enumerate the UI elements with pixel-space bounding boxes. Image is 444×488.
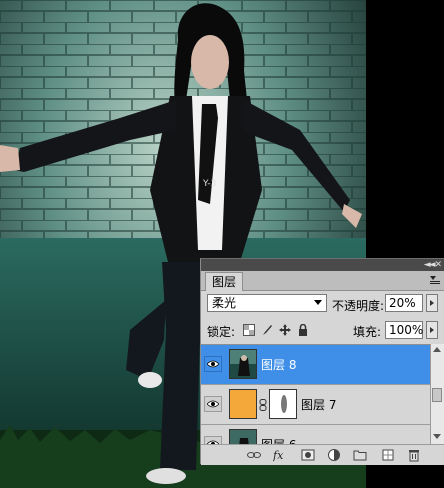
layer-thumbnail (229, 349, 257, 379)
layer-mask-thumbnail[interactable] (269, 389, 297, 419)
panel-title-bar[interactable]: ◄◄ ✕ (201, 259, 444, 271)
fx-icon[interactable]: fx (273, 448, 287, 462)
lock-position-icon[interactable] (279, 324, 291, 336)
layer-name: 图层 7 (301, 398, 337, 412)
layer-list-scrollbar[interactable] (430, 344, 444, 444)
layers-panel: ◄◄ ✕ 图层 柔光 不透明度: 20% 锁定: 填充: 100% 图层 8 图… (200, 258, 444, 465)
fill-slider-button[interactable] (426, 321, 438, 339)
blend-mode-select[interactable]: 柔光 (207, 294, 327, 312)
chevron-down-icon (314, 300, 322, 305)
eye-icon (207, 400, 219, 408)
adjustment-layer-icon[interactable] (327, 448, 341, 462)
blend-row: 柔光 不透明度: 20% (201, 292, 444, 316)
new-group-icon[interactable] (353, 448, 367, 462)
fill-label: 填充: (353, 325, 382, 339)
layer-thumbnail (229, 429, 257, 445)
layer-thumbnail (229, 389, 257, 419)
opacity-slider-button[interactable] (426, 294, 438, 312)
lock-label: 锁定: (207, 325, 236, 339)
layer-name: 图层 8 (261, 358, 297, 372)
link-layers-icon[interactable] (247, 448, 261, 462)
scroll-up-icon[interactable] (433, 347, 441, 352)
lock-transparency-icon[interactable] (243, 324, 255, 336)
lock-row: 锁定: 填充: 100% (201, 319, 444, 341)
opacity-label: 不透明度: (332, 299, 385, 313)
layer-list: 图层 8 图层 7 图层 6 (201, 344, 430, 445)
layer-row-7[interactable]: 图层 7 (201, 385, 430, 425)
svg-text:fx: fx (273, 449, 284, 462)
tab-layers[interactable]: 图层 (205, 272, 244, 291)
visibility-toggle[interactable] (204, 396, 222, 412)
opacity-input[interactable]: 20% (385, 294, 423, 312)
fill-input[interactable]: 100% (385, 321, 423, 339)
visibility-toggle[interactable] (204, 356, 222, 372)
add-mask-icon[interactable] (301, 448, 315, 462)
panel-menu-icon[interactable] (430, 275, 440, 285)
scroll-thumb[interactable] (432, 388, 442, 402)
tie-print: Y-3 (202, 179, 216, 189)
lock-pixels-icon[interactable] (261, 324, 273, 336)
scroll-down-icon[interactable] (433, 434, 441, 439)
new-layer-icon[interactable] (381, 448, 395, 462)
panel-tab-bar: 图层 (201, 271, 444, 291)
panel-bottom-bar: fx (201, 444, 444, 465)
delete-layer-icon[interactable] (407, 448, 421, 462)
collapse-icon[interactable]: ◄◄ ✕ (424, 259, 442, 271)
lock-all-icon[interactable] (297, 324, 309, 336)
layer-row-8[interactable]: 图层 8 (201, 345, 430, 385)
eye-icon (207, 360, 219, 368)
layer-row-6[interactable]: 图层 6 (201, 425, 430, 445)
blend-mode-value: 柔光 (212, 296, 237, 310)
chain-link-icon[interactable] (259, 399, 267, 411)
